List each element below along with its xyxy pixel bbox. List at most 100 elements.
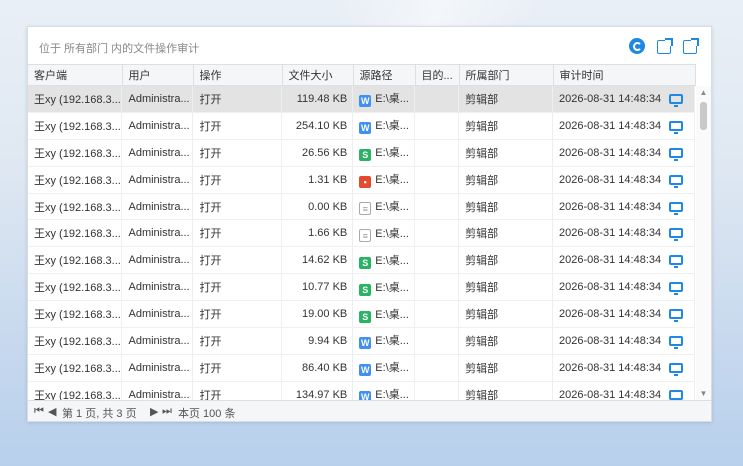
first-page-icon[interactable]: ⏮	[34, 405, 44, 418]
monitor-icon[interactable]	[669, 147, 684, 161]
cell-time: 2026-08-31 14:48:34	[552, 166, 695, 194]
last-page-icon[interactable]: ⏭	[162, 405, 172, 418]
export-icon[interactable]	[657, 38, 673, 54]
scroll-up-icon[interactable]: ▲	[699, 88, 708, 97]
cell-dept: 剪辑部	[458, 354, 553, 382]
scroll-thumb[interactable]	[700, 102, 707, 130]
col-operation[interactable]: 操作	[193, 64, 283, 86]
source-path: E:\桌...	[375, 281, 409, 294]
row-count: 本页 100 条	[178, 408, 236, 420]
cell-dest	[414, 86, 460, 113]
toolbar	[629, 38, 699, 54]
col-size[interactable]: 文件大小	[282, 64, 354, 86]
source-path: E:\桌...	[375, 120, 409, 133]
cell-client: 王xy (192.168.3...	[28, 381, 123, 400]
cell-operation: 打开	[192, 219, 283, 248]
table-row[interactable]: 王xy (192.168.3... Administra... 打开 0.00 KB ≡…	[28, 193, 695, 221]
table-row[interactable]: 王xy (192.168.3... Administra... 打开 9.94 KB W…	[28, 327, 695, 355]
next-page-icon[interactable]: ▶	[150, 405, 158, 418]
cell-user: Administra...	[121, 327, 194, 355]
table-row[interactable]: 王xy (192.168.3... Administra... 打开 1.66 KB ≡…	[28, 219, 695, 248]
monitor-icon[interactable]	[669, 120, 684, 134]
table-body[interactable]: 王xy (192.168.3... Administra... 打开 119.48 K…	[28, 86, 695, 400]
table-row[interactable]: 王xy (192.168.3... Administra... 打开 134.97 K…	[28, 381, 695, 400]
cell-user: Administra...	[121, 354, 194, 382]
file-type-icon: W	[359, 122, 372, 135]
monitor-icon[interactable]	[669, 93, 684, 107]
prev-page-icon[interactable]: ◀	[48, 405, 56, 418]
table-row[interactable]: 王xy (192.168.3... Administra... 打开 19.00 KB…	[28, 300, 695, 329]
monitor-icon[interactable]	[669, 255, 684, 269]
audit-time: 2026-08-31 14:48:34	[558, 200, 662, 213]
cell-source: W E:\桌...	[352, 86, 416, 113]
monitor-icon[interactable]	[669, 309, 684, 323]
cell-user: Administra...	[121, 273, 194, 302]
table-row[interactable]: 王xy (192.168.3... Administra... 打开 119.48 K…	[28, 86, 695, 113]
cell-dest	[414, 193, 460, 221]
cell-user: Administra...	[121, 112, 194, 140]
vertical-scrollbar[interactable]: ▲ ▼	[696, 86, 711, 400]
table-row[interactable]: 王xy (192.168.3... Administra... 打开 10.77 KB…	[28, 273, 695, 302]
audit-time: 2026-08-31 14:48:34	[558, 173, 662, 186]
scroll-down-icon[interactable]: ▼	[699, 389, 708, 398]
cell-operation: 打开	[192, 273, 283, 302]
cell-dept: 剪辑部	[458, 166, 553, 194]
cell-client: 王xy (192.168.3...	[28, 112, 123, 140]
cell-client: 王xy (192.168.3...	[28, 166, 123, 194]
cell-size: 1.66 KB	[281, 219, 354, 248]
audit-time: 2026-08-31 14:48:34	[558, 388, 662, 400]
monitor-icon[interactable]	[669, 282, 684, 296]
cell-operation: 打开	[192, 166, 283, 194]
cell-dept: 剪辑部	[458, 327, 553, 355]
file-type-icon: S	[359, 310, 372, 323]
source-path: E:\桌...	[375, 174, 409, 187]
audit-time: 2026-08-31 14:48:34	[558, 227, 662, 240]
cell-source: S E:\桌...	[352, 246, 416, 275]
table-row[interactable]: 王xy (192.168.3... Administra... 打开 26.56 KB…	[28, 139, 695, 167]
audit-time: 2026-08-31 14:48:34	[558, 361, 662, 374]
page-indicator: 第 1 页, 共 3 页	[62, 408, 137, 420]
cell-client: 王xy (192.168.3...	[28, 246, 123, 275]
cell-time: 2026-08-31 14:48:34	[552, 139, 695, 167]
cell-operation: 打开	[192, 86, 283, 113]
monitor-icon[interactable]	[669, 228, 684, 242]
file-type-icon: ▪	[359, 176, 372, 189]
table-row[interactable]: 王xy (192.168.3... Administra... 打开 254.10 K…	[28, 112, 695, 140]
cell-size: 26.56 KB	[281, 139, 354, 167]
cell-source: S E:\桌...	[352, 139, 416, 167]
monitor-icon[interactable]	[669, 335, 684, 349]
cell-source: W E:\桌...	[352, 354, 416, 382]
cell-dest	[414, 354, 460, 382]
table-row[interactable]: 王xy (192.168.3... Administra... 打开 14.62 KB…	[28, 246, 695, 275]
audit-time: 2026-08-31 14:48:34	[558, 334, 662, 347]
monitor-icon[interactable]	[669, 201, 684, 215]
table-row[interactable]: 王xy (192.168.3... Administra... 打开 86.40 KB…	[28, 354, 695, 382]
monitor-icon[interactable]	[669, 362, 684, 376]
col-dest[interactable]: 目的...	[415, 64, 460, 86]
cell-user: Administra...	[121, 193, 194, 221]
table-row[interactable]: 王xy (192.168.3... Administra... 打开 1.31 KB ▪…	[28, 166, 695, 194]
col-source[interactable]: 源路径	[353, 64, 416, 86]
col-client[interactable]: 客户端	[28, 64, 123, 86]
cell-time: 2026-08-31 14:48:34	[552, 112, 695, 140]
cell-dept: 剪辑部	[458, 381, 553, 400]
monitor-icon[interactable]	[669, 389, 684, 400]
cell-operation: 打开	[192, 193, 283, 221]
cell-source: W E:\桌...	[352, 381, 416, 400]
cell-time: 2026-08-31 14:48:34	[552, 354, 695, 382]
col-time[interactable]: 审计时间	[553, 64, 696, 86]
export-alt-icon[interactable]	[683, 38, 699, 54]
file-type-icon: W	[359, 95, 372, 108]
monitor-icon[interactable]	[669, 174, 684, 188]
cell-client: 王xy (192.168.3...	[28, 193, 123, 221]
cell-dest	[414, 139, 460, 167]
source-path: E:\桌...	[375, 362, 409, 375]
cell-size: 9.94 KB	[281, 327, 354, 355]
col-user[interactable]: 用户	[122, 64, 194, 86]
panel-title: 位于 所有部门 内的文件操作审计	[39, 43, 200, 55]
cell-dept: 剪辑部	[458, 86, 553, 113]
cell-client: 王xy (192.168.3...	[28, 219, 123, 248]
refresh-icon[interactable]	[629, 38, 645, 54]
col-dept[interactable]: 所属部门	[459, 64, 554, 86]
cell-dest	[414, 300, 460, 329]
